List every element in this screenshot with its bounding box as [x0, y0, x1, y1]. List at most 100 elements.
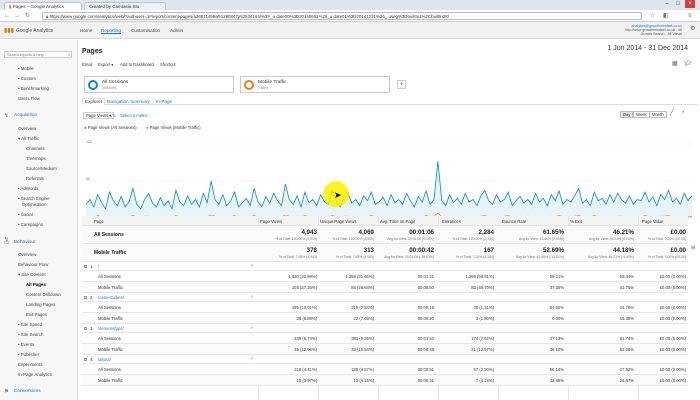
- granularity-week[interactable]: Week: [633, 111, 650, 118]
- sidebar-item[interactable]: • Site Speed: [18, 322, 42, 327]
- select-metric-link[interactable]: Select a metric: [120, 113, 148, 118]
- tab-in-page[interactable]: In-Page: [156, 99, 172, 104]
- sidebar-item[interactable]: • Search Engine: [18, 196, 50, 201]
- cell-value: 33 (10.54%): [351, 347, 374, 352]
- cell-value: 00:00:31: [417, 378, 434, 383]
- column-header[interactable]: Unique Page Views: [320, 219, 356, 224]
- sidebar-item[interactable]: • Mobile: [18, 66, 34, 71]
- close-window-icon[interactable]: ×: [685, 0, 695, 8]
- external-link-icon[interactable]: ⇗: [250, 325, 254, 330]
- sidebar-item[interactable]: Acquisition: [14, 113, 37, 118]
- shortcut-button[interactable]: Shortcut: [160, 62, 176, 67]
- granularity-day[interactable]: Day: [620, 111, 634, 118]
- sidebar-item[interactable]: Exit Pages: [26, 312, 47, 317]
- external-link-icon[interactable]: ⇗: [250, 263, 254, 268]
- tab-explorer[interactable]: Explorer: [82, 98, 106, 105]
- row-number: 3.: [90, 326, 94, 331]
- sidebar-item[interactable]: Overview: [18, 126, 36, 131]
- sidebar-item[interactable]: Behaviour Flow: [18, 262, 48, 267]
- sidebar-item[interactable]: Treemaps: [26, 156, 46, 161]
- segment-all-sessions[interactable]: All Sessions 100.00%: [84, 76, 234, 93]
- sidebar-item[interactable]: Behaviour: [14, 240, 36, 245]
- browser-tab-camtasia[interactable]: Created by Camtasia Stu: [84, 2, 166, 10]
- sidebar-search-box[interactable]: ⌕: [4, 51, 72, 58]
- sidebar-item[interactable]: Experiments: [18, 362, 42, 367]
- row-checkbox[interactable]: [84, 296, 87, 299]
- page-link[interactable]: /: [98, 264, 99, 269]
- sidebar-item[interactable]: All Pages: [26, 282, 46, 287]
- page-link[interactable]: /services/ppc/: [98, 326, 124, 331]
- back-icon[interactable]: ←: [4, 13, 10, 19]
- segment-row: All Sessions 438 (8.73%) 381 (9.36%) 00:01:…: [82, 333, 688, 344]
- external-link-icon[interactable]: ⇗: [250, 356, 254, 361]
- extension-icon[interactable]: ◧: [663, 13, 669, 19]
- row-checkbox[interactable]: [84, 358, 87, 361]
- row-checkbox[interactable]: [84, 327, 87, 330]
- sidebar-item[interactable]: • Custom: [18, 76, 36, 81]
- sidebar-item[interactable]: • Site Search: [18, 332, 43, 337]
- sidebar-item[interactable]: • Benchmarking: [18, 86, 49, 91]
- row-checkbox[interactable]: [84, 265, 87, 268]
- forward-icon[interactable]: →: [14, 13, 20, 19]
- sidebar-item[interactable]: Content Drilldown: [26, 292, 61, 297]
- page-link[interactable]: /about/: [98, 357, 111, 362]
- sidebar-item[interactable]: • Events: [18, 342, 34, 347]
- column-header-page[interactable]: Page: [94, 219, 104, 224]
- add-to-dashboard-button[interactable]: Add to Dashboard: [120, 62, 154, 67]
- cell-value: 00:00:18: [417, 305, 434, 310]
- nav-home[interactable]: Home: [80, 28, 92, 33]
- email-button[interactable]: Email: [82, 62, 92, 67]
- export-button[interactable]: Export ▾: [98, 62, 113, 67]
- sidebar-item[interactable]: • Campaigns: [18, 222, 43, 227]
- segment-mobile-traffic[interactable]: Mobile Traffic 7.65%: [240, 76, 390, 93]
- minimize-icon[interactable]: –: [662, 0, 672, 8]
- motion-chart-icon[interactable]: ◔: [681, 110, 685, 116]
- date-range-picker[interactable]: 1 Jun 2014 - 31 Dec 2014: [607, 45, 688, 52]
- sidebar-item[interactable]: Optimisation: [22, 202, 46, 207]
- pivot-view-icon[interactable]: ⊞: [691, 246, 695, 251]
- add-segment-button[interactable]: +: [397, 80, 406, 89]
- sidebar-item[interactable]: Source/Medium: [26, 166, 57, 171]
- sidebar-item[interactable]: Conversions: [14, 389, 41, 394]
- sidebar-item[interactable]: In-Page Analytics: [18, 372, 52, 377]
- nav-customisation[interactable]: Customisation: [131, 28, 160, 33]
- account-info[interactable]: analytics@growthmindset.co.uk http://www…: [625, 24, 682, 36]
- cell-value: 57 (2.50%): [473, 367, 494, 372]
- sidebar-item[interactable]: Landing Pages: [26, 302, 55, 307]
- line-chart[interactable]: 12060July 2014August 2014September 2014O…: [80, 132, 700, 228]
- column-header[interactable]: % Exit: [570, 219, 582, 224]
- granularity-month[interactable]: Month: [649, 111, 667, 118]
- column-header[interactable]: Page Value: [642, 219, 663, 224]
- nav-admin[interactable]: Admin: [170, 28, 183, 33]
- reload-icon[interactable]: ↻: [25, 13, 30, 19]
- sidebar-item[interactable]: Channels: [26, 146, 45, 151]
- sidebar-item[interactable]: • Social: [18, 212, 33, 217]
- star-icon[interactable]: ☆: [650, 13, 655, 19]
- sidebar-item[interactable]: Referrals: [26, 176, 44, 181]
- sidebar-item[interactable]: • AdWords: [18, 186, 39, 191]
- browser-tab-pages[interactable]: ▮ Pages – Google Analytics: [4, 2, 82, 10]
- external-link-icon[interactable]: ⇗: [250, 294, 254, 299]
- column-header[interactable]: Page Views: [260, 219, 282, 224]
- row-number: 1.: [90, 264, 94, 269]
- sidebar-search-input[interactable]: [5, 52, 63, 58]
- settings-gear-icon[interactable]: ⚙: [690, 26, 695, 32]
- sidebar-item[interactable]: ▾ Site Content: [18, 272, 46, 278]
- column-header[interactable]: Bounce Rate: [502, 219, 526, 224]
- nav-reporting[interactable]: Reporting: [101, 28, 121, 34]
- summary-value: 52.69%: [543, 247, 564, 254]
- grid-icon[interactable]: ▦: [672, 61, 678, 67]
- column-header[interactable]: Entrances: [442, 219, 461, 224]
- education-icon[interactable]: 🎓︎: [684, 61, 692, 67]
- line-chart-icon[interactable]: ╱: [670, 110, 674, 116]
- sidebar-item[interactable]: ▾ All Traffic: [18, 136, 39, 142]
- tab-navigation-summary[interactable]: Navigation Summary: [107, 99, 150, 104]
- menu-icon[interactable]: ≡: [688, 13, 692, 19]
- sidebar-item[interactable]: • Publisher: [18, 352, 39, 357]
- column-header[interactable]: Avg. Time on Page: [380, 219, 415, 224]
- maximize-icon[interactable]: □: [673, 0, 683, 8]
- sidebar-item[interactable]: Users Flow: [18, 96, 40, 101]
- url-input[interactable]: 🔒︎ https://www.google.com/analytics/web/…: [42, 12, 642, 20]
- sidebar-item[interactable]: Overview: [18, 252, 36, 257]
- page-link[interactable]: /case-studies/: [98, 295, 124, 300]
